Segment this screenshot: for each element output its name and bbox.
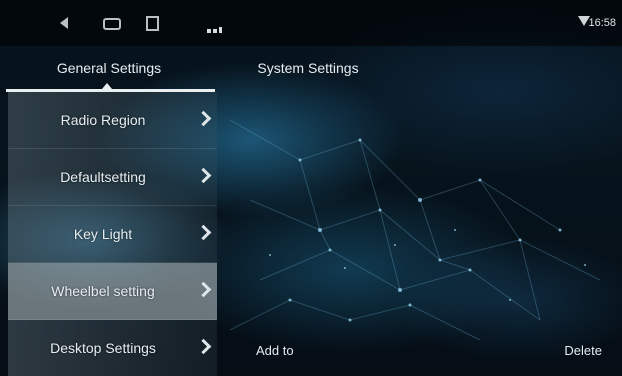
menu-item-label: Wheelbel setting xyxy=(51,283,155,299)
menu-item-label: Radio Region xyxy=(60,112,146,128)
chevron-right-icon xyxy=(195,281,212,298)
settings-menu: Radio Region Defaultsetting Key Light Wh… xyxy=(8,92,217,376)
menu-item-label: Defaultsetting xyxy=(60,169,146,185)
menu-item-desktop-settings[interactable]: Desktop Settings xyxy=(8,320,217,376)
menu-item-radio-region[interactable]: Radio Region xyxy=(8,92,217,149)
home-icon[interactable] xyxy=(103,18,121,30)
tab-bar: General Settings System Settings xyxy=(0,46,622,92)
menu-item-label: Key Light xyxy=(73,226,133,242)
chevron-right-icon xyxy=(195,110,212,127)
recent-apps-icon[interactable] xyxy=(146,16,159,31)
back-icon[interactable] xyxy=(60,17,68,29)
menu-item-key-light[interactable]: Key Light xyxy=(8,206,217,263)
chevron-right-icon xyxy=(195,338,212,355)
clock: 16:58 xyxy=(588,17,616,29)
delete-button[interactable]: Delete xyxy=(564,343,602,358)
status-bar: 16:58 xyxy=(0,0,622,46)
add-to-button[interactable]: Add to xyxy=(256,343,294,358)
screen: 16:58 General Settings System Settings R… xyxy=(0,0,622,376)
chevron-right-icon xyxy=(195,224,212,241)
tab-system-settings[interactable]: System Settings xyxy=(218,46,398,92)
chevron-right-icon xyxy=(195,167,212,184)
menu-item-default-setting[interactable]: Defaultsetting xyxy=(8,149,217,206)
notification-icons xyxy=(207,20,224,38)
menu-item-wheel-setting[interactable]: Wheelbel setting xyxy=(8,263,217,320)
menu-item-label: Desktop Settings xyxy=(50,340,156,356)
